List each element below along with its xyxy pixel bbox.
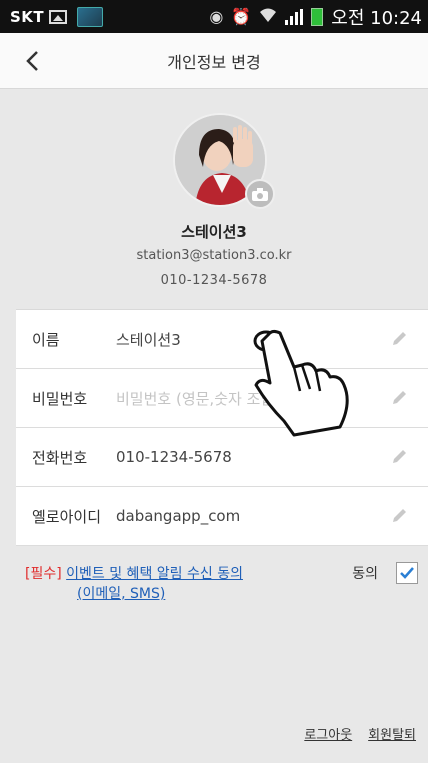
agree-checkbox[interactable] bbox=[396, 562, 418, 584]
withdraw-link[interactable]: 회원탈퇴 bbox=[368, 724, 416, 743]
camera-icon[interactable] bbox=[245, 179, 275, 209]
profile-form: 이름 스테이션3 비밀번호 비밀번호 (영문,숫자 조합 6~12자) 전화번호… bbox=[16, 309, 428, 546]
footer-links: 로그아웃 회원탈퇴 bbox=[304, 724, 416, 743]
yellow-id-field[interactable]: dabangapp_com bbox=[116, 507, 428, 525]
consent-section: [필수] 이벤트 및 혜택 알림 수신 동의 (이메일, SMS) 동의 bbox=[25, 562, 420, 604]
required-tag: [필수] bbox=[25, 566, 62, 582]
yellow-id-label: 옐로아이디 bbox=[32, 507, 102, 526]
pencil-icon[interactable] bbox=[390, 448, 408, 466]
checkmark-icon bbox=[400, 567, 414, 579]
password-field[interactable]: 비밀번호 (영문,숫자 조합 6~12자) bbox=[116, 388, 428, 409]
alarm-icon: ⏰ bbox=[231, 7, 252, 26]
status-bar: SKT ◉ ⏰ 오전 10:24 bbox=[0, 0, 428, 33]
password-label: 비밀번호 bbox=[32, 389, 88, 408]
password-row[interactable]: 비밀번호 비밀번호 (영문,숫자 조합 6~12자) bbox=[16, 369, 428, 428]
logout-link[interactable]: 로그아웃 bbox=[304, 724, 352, 743]
top-bar: 개인정보 변경 bbox=[0, 33, 428, 89]
profile-name: 스테이션3 bbox=[181, 223, 247, 241]
consent-link[interactable]: 이벤트 및 혜택 알림 수신 동의 bbox=[66, 566, 243, 582]
phone-field[interactable]: 010-1234-5678 bbox=[116, 448, 428, 466]
name-row[interactable]: 이름 스테이션3 bbox=[16, 310, 428, 369]
wifi-icon bbox=[259, 7, 277, 27]
agree-label: 동의 bbox=[352, 566, 378, 582]
carrier-label: SKT bbox=[10, 7, 45, 26]
app-notification-icon bbox=[77, 6, 104, 27]
profile-email: station3@station3.co.kr bbox=[136, 248, 292, 263]
page-title: 개인정보 변경 bbox=[167, 52, 261, 72]
pencil-icon[interactable] bbox=[390, 389, 408, 407]
yellow-id-row[interactable]: 옐로아이디 dabangapp_com bbox=[16, 487, 428, 546]
pencil-icon[interactable] bbox=[390, 507, 408, 525]
signal-icon bbox=[285, 8, 304, 25]
phone-row[interactable]: 전화번호 010-1234-5678 bbox=[16, 428, 428, 487]
pencil-icon[interactable] bbox=[390, 330, 408, 348]
phone-label: 전화번호 bbox=[32, 448, 88, 467]
name-label: 이름 bbox=[32, 330, 60, 349]
profile-phone: 010-1234-5678 bbox=[160, 273, 268, 288]
gallery-notification-icon bbox=[49, 9, 68, 24]
clock: 오전 10:24 bbox=[331, 7, 422, 29]
eye-icon: ◉ bbox=[209, 7, 224, 26]
chevron-left-icon[interactable] bbox=[18, 47, 46, 75]
name-field[interactable]: 스테이션3 bbox=[116, 329, 428, 350]
profile-section: 스테이션3 station3@station3.co.kr 010-1234-5… bbox=[0, 89, 428, 309]
battery-icon bbox=[311, 7, 324, 26]
consent-link-detail[interactable]: (이메일, SMS) bbox=[77, 586, 165, 602]
